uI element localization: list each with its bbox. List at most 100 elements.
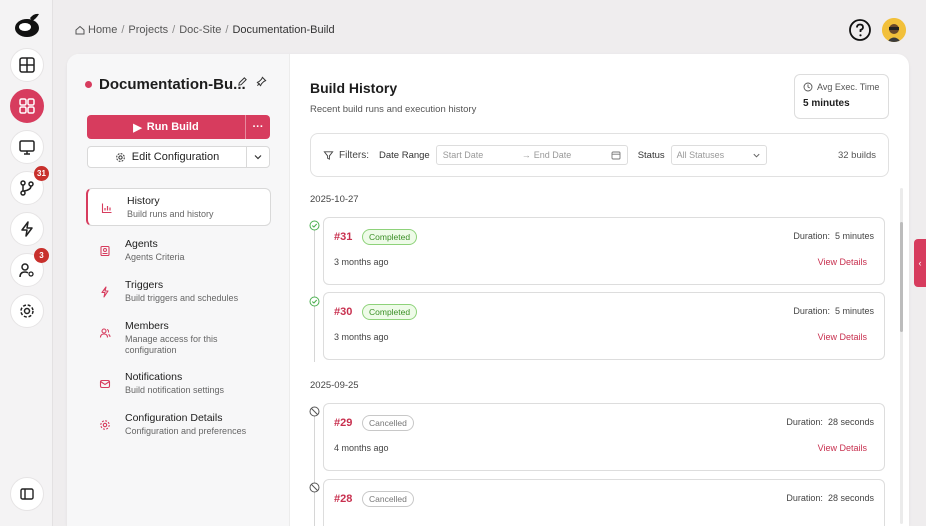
collapse-side-panel-tab[interactable]: ‹ bbox=[914, 239, 926, 287]
status-select[interactable]: All Statuses bbox=[670, 145, 767, 165]
rail-branch-button[interactable]: 31 bbox=[10, 166, 49, 205]
rail-monitor-button[interactable] bbox=[10, 130, 44, 164]
run-time-ago: 3 months ago bbox=[334, 332, 389, 342]
status-badge: Completed bbox=[362, 304, 418, 320]
chevron-left-icon: ‹ bbox=[918, 258, 922, 268]
page-subtitle: Recent build runs and execution history bbox=[310, 104, 477, 115]
duration-label: Duration: bbox=[793, 306, 830, 316]
avatar-image bbox=[882, 18, 906, 42]
build-run-card[interactable]: #30 Completed Duration: 5 minutes 3 mont… bbox=[323, 292, 885, 360]
nav-description: Build runs and history bbox=[127, 209, 214, 219]
date-group-header: 2025-09-25 bbox=[310, 380, 359, 391]
date-group-header: 2025-10-27 bbox=[310, 194, 359, 205]
avg-exec-time-label: Avg Exec. Time bbox=[817, 82, 880, 92]
user-settings-icon bbox=[19, 263, 34, 278]
run-build-more-button[interactable]: ··· bbox=[246, 115, 270, 139]
project-name: Documentation-Bu... bbox=[99, 76, 246, 93]
nav-text: History Build runs and history bbox=[127, 195, 214, 220]
filters-bar: Filters: Date Range Start Date → End Dat… bbox=[310, 133, 889, 177]
nav-text: Configuration Details Configuration and … bbox=[125, 412, 246, 437]
breadcrumb-separator: / bbox=[172, 24, 176, 36]
view-details-link[interactable]: View Details bbox=[818, 332, 867, 342]
branch-icon bbox=[20, 180, 34, 196]
rail-settings-button[interactable] bbox=[10, 294, 44, 328]
filters-label-text: Filters: bbox=[339, 149, 369, 161]
left-rail: 31 3 bbox=[0, 0, 53, 526]
duration-label: Duration: bbox=[793, 231, 830, 241]
pin-icon[interactable] bbox=[256, 76, 267, 87]
view-details-link[interactable]: View Details bbox=[818, 443, 867, 453]
breadcrumb-current: Documentation-Build bbox=[232, 24, 335, 36]
date-range-input[interactable]: Start Date → End Date bbox=[435, 145, 628, 165]
app-logo-icon[interactable] bbox=[12, 10, 42, 40]
view-details-link[interactable]: View Details bbox=[818, 257, 867, 267]
filter-icon bbox=[323, 150, 334, 160]
build-run-card[interactable]: #31 Completed Duration: 5 minutes 3 mont… bbox=[323, 217, 885, 285]
agent-icon bbox=[94, 240, 116, 262]
run-build-button[interactable]: ▶ Run Build bbox=[87, 115, 246, 139]
main-panel: Documentation-Bu... ▶ Run Build ··· Edit… bbox=[67, 54, 909, 526]
nav-label: Triggers bbox=[125, 279, 164, 291]
nav-text: Agents Agents Criteria bbox=[125, 238, 185, 263]
panel-toggle-icon bbox=[20, 488, 34, 500]
breadcrumb-home[interactable]: Home bbox=[88, 24, 117, 36]
home-icon[interactable] bbox=[75, 25, 85, 35]
status-badge: Completed bbox=[362, 229, 418, 245]
rail-bolt-button[interactable] bbox=[10, 212, 44, 246]
rail-panel-toggle-button[interactable] bbox=[10, 477, 44, 511]
calendar-icon[interactable] bbox=[611, 150, 621, 160]
status-badge: Cancelled bbox=[362, 415, 414, 431]
run-duration: Duration: 28 seconds bbox=[786, 417, 874, 427]
nav-item-history[interactable]: History Build runs and history bbox=[86, 188, 271, 226]
run-time-ago: 3 months ago bbox=[334, 257, 389, 267]
project-sidebar: Documentation-Bu... ▶ Run Build ··· Edit… bbox=[67, 54, 290, 526]
status-dot bbox=[85, 81, 92, 88]
nav-label: Members bbox=[125, 320, 169, 332]
end-date-field[interactable]: End Date bbox=[534, 150, 611, 160]
page-title: Build History bbox=[310, 80, 398, 96]
run-id[interactable]: #29 bbox=[334, 417, 352, 429]
date-range-label: Date Range bbox=[379, 149, 430, 161]
breadcrumb-projects[interactable]: Projects bbox=[128, 24, 168, 36]
nav-description: Build triggers and schedules bbox=[125, 293, 239, 303]
build-run-card[interactable]: #29 Cancelled Duration: 28 seconds 4 mon… bbox=[323, 403, 885, 471]
bolt-icon bbox=[94, 281, 116, 303]
edit-icon[interactable] bbox=[237, 76, 248, 87]
edit-configuration-button[interactable]: Edit Configuration bbox=[88, 147, 247, 167]
status-label: Status bbox=[637, 149, 665, 161]
rail-dashboard-button[interactable] bbox=[10, 89, 44, 123]
breadcrumb-doc-site[interactable]: Doc-Site bbox=[179, 24, 221, 36]
nav-item-configuration-details[interactable]: Configuration Details Configuration and … bbox=[86, 406, 271, 447]
help-icon[interactable] bbox=[848, 18, 872, 42]
duration-label: Duration: bbox=[786, 417, 823, 427]
chart-icon bbox=[96, 197, 118, 219]
duration-value: 5 minutes bbox=[834, 306, 874, 316]
nav-description: Agents Criteria bbox=[125, 252, 185, 262]
status-select-value: All Statuses bbox=[676, 150, 725, 160]
rail-user-settings-button[interactable]: 3 bbox=[10, 248, 49, 287]
edit-configuration-dropdown[interactable] bbox=[247, 147, 269, 167]
avatar[interactable] bbox=[882, 18, 906, 42]
run-duration: Duration: 5 minutes bbox=[793, 231, 874, 241]
project-title: Documentation-Bu... bbox=[85, 76, 246, 93]
start-date-field[interactable]: Start Date bbox=[443, 150, 519, 160]
run-id[interactable]: #30 bbox=[334, 306, 352, 318]
check-circle-icon bbox=[309, 220, 320, 231]
run-id[interactable]: #28 bbox=[334, 493, 352, 505]
bolt-icon bbox=[21, 221, 33, 237]
run-id[interactable]: #31 bbox=[334, 231, 352, 243]
rail-layout-button[interactable] bbox=[10, 48, 44, 82]
nav-label: Notifications bbox=[125, 371, 183, 383]
nav-text: Notifications Build notification setting… bbox=[125, 371, 224, 396]
nav-description: Manage access for this configuration bbox=[125, 334, 218, 355]
nav-label: History bbox=[127, 195, 160, 207]
build-run-card[interactable]: #28 Cancelled Duration: 28 seconds bbox=[323, 479, 885, 526]
nav-text: Triggers Build triggers and schedules bbox=[125, 279, 238, 304]
nav-item-agents[interactable]: Agents Agents Criteria bbox=[86, 232, 271, 273]
run-duration: Duration: 5 minutes bbox=[793, 306, 874, 316]
nav-item-members[interactable]: Members Manage access for this configura… bbox=[86, 314, 271, 365]
nav-item-triggers[interactable]: Triggers Build triggers and schedules bbox=[86, 273, 271, 314]
run-time-ago: 4 months ago bbox=[334, 443, 389, 453]
nav-item-notifications[interactable]: Notifications Build notification setting… bbox=[86, 365, 271, 406]
build-runs-list: 2025-10-27 #31 Completed Duration: 5 min… bbox=[291, 186, 901, 526]
